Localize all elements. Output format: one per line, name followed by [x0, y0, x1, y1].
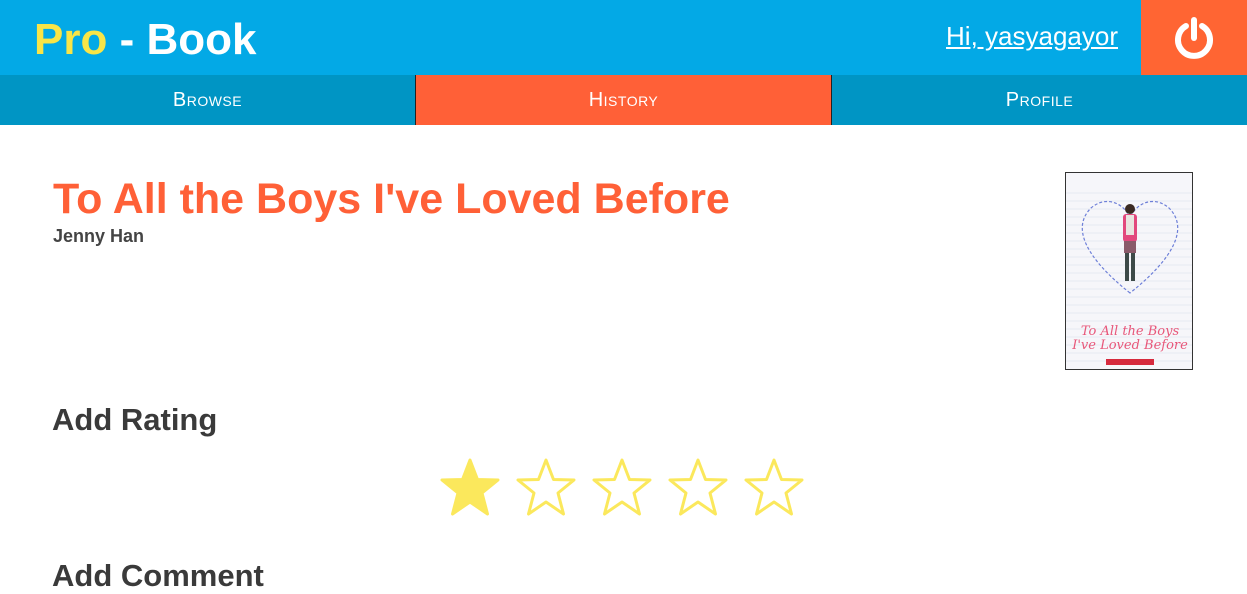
logo-pro-text: Pro	[34, 15, 108, 64]
star-2[interactable]	[514, 456, 578, 520]
logout-button[interactable]	[1141, 0, 1247, 75]
book-author: Jenny Han	[53, 226, 145, 246]
star-3[interactable]	[590, 456, 654, 520]
user-greeting-link[interactable]: Hi, yasyagayor	[946, 20, 1118, 52]
tab-browse[interactable]: Browse	[0, 75, 416, 125]
star-4[interactable]	[666, 456, 730, 520]
tab-profile[interactable]: Profile	[832, 75, 1247, 125]
book-cover-image: To All the Boys I've Loved Before	[1065, 172, 1193, 370]
star-1[interactable]	[438, 456, 502, 520]
app-header: Pro - Book Hi, yasyagayor	[0, 0, 1247, 75]
rating-stars[interactable]	[438, 456, 806, 520]
power-icon	[1175, 16, 1213, 59]
app-logo[interactable]: Pro - Book	[34, 16, 256, 64]
logo-book-text: - Book	[107, 15, 257, 64]
svg-text:I've Loved Before: I've Loved Before	[1071, 338, 1188, 353]
svg-text:To All the Boys: To All the Boys	[1081, 324, 1180, 339]
add-rating-heading: Add Rating	[52, 402, 218, 437]
book-title: To All the Boys I've Loved Before	[53, 175, 730, 223]
main-nav: Browse History Profile	[0, 75, 1247, 125]
add-comment-heading: Add Comment	[52, 558, 264, 593]
tab-history[interactable]: History	[416, 75, 832, 125]
star-5[interactable]	[742, 456, 806, 520]
